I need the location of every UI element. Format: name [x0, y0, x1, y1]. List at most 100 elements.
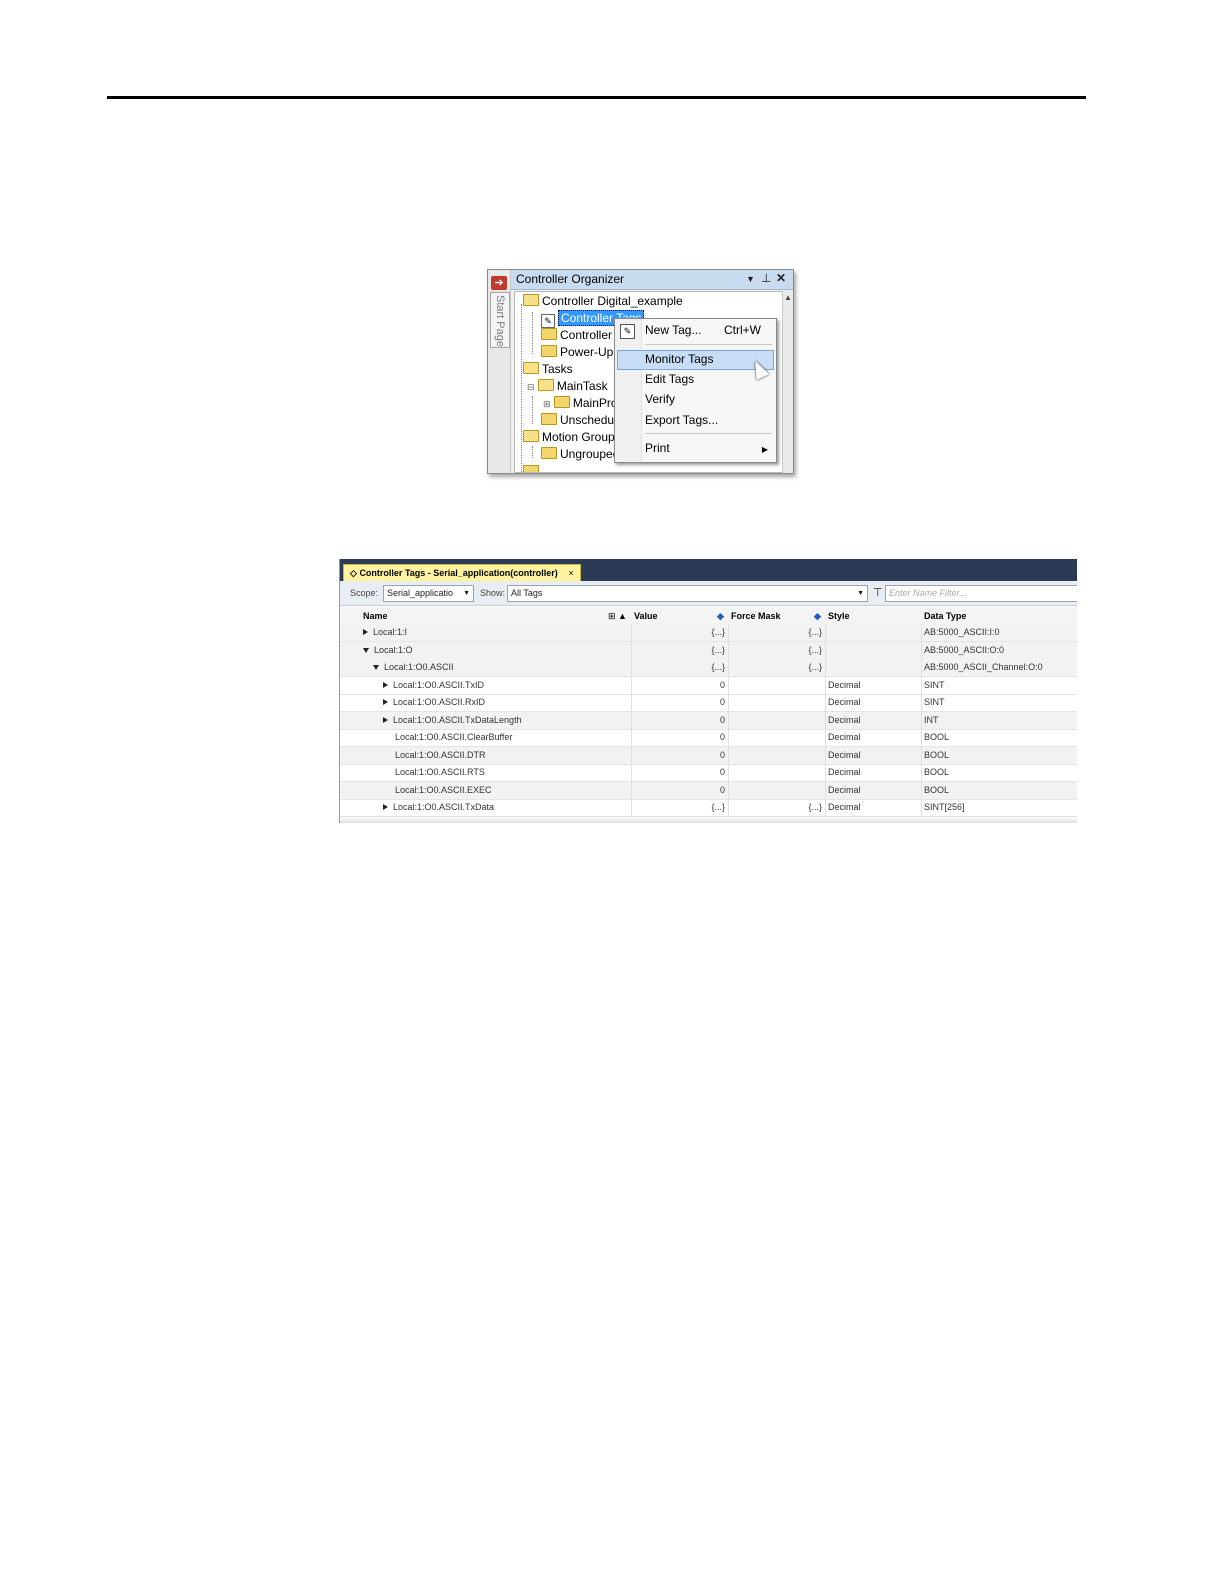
column-header-force-mask[interactable]: Force Mask	[731, 611, 781, 621]
pin-icon[interactable]: ⊥	[761, 271, 771, 285]
tree-node-mainprogram[interactable]: ⊞ MainPro	[543, 395, 618, 411]
tree-node-motion-groups[interactable]: Motion Groups	[523, 429, 621, 445]
force-mask-cell: {...}	[808, 627, 822, 637]
tag-value-cell[interactable]: 0	[720, 747, 725, 764]
tag-name: Local:1:O0.ASCII.DTR	[395, 749, 486, 760]
tag-name: Local:1:I	[373, 627, 408, 637]
table-row[interactable]: Local:1:O0.ASCII {...} {...} AB:5000_ASCII_…	[340, 659, 1077, 677]
tag-value-cell[interactable]: {...}	[711, 642, 725, 659]
table-row[interactable]: Local:1:O0.ASCII.EXEC 0 Decimal BOOL	[340, 781, 1077, 800]
expand-icon[interactable]	[383, 804, 388, 810]
tree-node-ungrouped[interactable]: Ungrouped	[541, 446, 619, 462]
table-row[interactable]: Local:1:O0.ASCII.TxID 0 Decimal SINT	[340, 677, 1077, 695]
tree-node-tasks[interactable]: Tasks	[523, 361, 573, 377]
tab-close-icon[interactable]: ×	[568, 568, 573, 578]
menu-item-export-tags[interactable]: Export Tags...	[645, 410, 718, 430]
expand-icon[interactable]	[383, 681, 388, 688]
table-row[interactable]: Local:1:O0.ASCII.RTS 0 Decimal BOOL	[340, 764, 1077, 782]
tag-name-cell[interactable]: Local:1:O0.ASCII.DTR	[395, 747, 486, 764]
tree-node-partial[interactable]	[523, 464, 542, 472]
menu-item-print[interactable]: Print	[645, 438, 670, 458]
collapse-icon[interactable]	[363, 647, 369, 653]
tag-value-cell[interactable]: {...}	[711, 659, 725, 676]
tag-value-cell[interactable]: 0	[720, 677, 725, 694]
tab-controller-tags[interactable]: ◇ Controller Tags - Serial_application(c…	[343, 564, 581, 582]
organizer-title: Controller Organizer	[516, 272, 625, 286]
close-icon[interactable]: ✕	[776, 271, 786, 285]
table-row[interactable]: Local:1:I {...} {...} AB:5000_ASCII:I:0	[340, 624, 1077, 642]
organizer-scrollbar[interactable]: ▲	[782, 291, 793, 473]
table-row[interactable]: Local:1:O0.ASCII.ClearBuffer 0 Decimal BOOL	[340, 729, 1077, 747]
menu-item-monitor-tags[interactable]: Monitor Tags	[645, 349, 713, 369]
scroll-up-icon[interactable]: ▲	[784, 293, 792, 302]
menu-item-new-tag[interactable]: New Tag...	[645, 320, 701, 340]
data-type-cell: BOOL	[924, 749, 950, 760]
tag-value-cell[interactable]: 0	[720, 764, 725, 781]
column-divider	[825, 624, 826, 823]
tree-line	[532, 312, 533, 354]
tag-name-cell[interactable]: Local:1:O0.ASCII.ClearBuffer	[395, 729, 512, 746]
tag-name-cell[interactable]: Local:1:O0.ASCII.RTS	[395, 764, 485, 781]
tag-name-cell[interactable]: Local:1:O	[363, 642, 413, 659]
data-type-cell: BOOL	[924, 784, 950, 795]
menu-item-verify[interactable]: Verify	[645, 389, 675, 409]
column-header-name[interactable]: Name	[363, 611, 388, 621]
start-page-sidebar[interactable]: ➔ Start Page	[488, 270, 511, 473]
tag-name-cell[interactable]: Local:1:O0.ASCII.RxID	[383, 694, 485, 711]
tree-node-controller-fault[interactable]: Controller F	[541, 327, 623, 343]
start-page-icon[interactable]: ➔	[491, 276, 507, 290]
start-page-label: Start Page	[494, 295, 506, 347]
filter-icon[interactable]: ⊤	[873, 586, 883, 599]
collapse-icon[interactable]: ⊟	[527, 382, 535, 392]
tag-name-cell[interactable]: Local:1:O0.ASCII.TxData	[383, 799, 494, 816]
dropdown-icon[interactable]: ▼	[746, 274, 755, 284]
tag-value-cell[interactable]: 0	[720, 782, 725, 799]
force-pin-icon[interactable]: ◆	[814, 611, 821, 622]
expand-icon[interactable]	[383, 716, 388, 723]
table-row[interactable]: Local:1:O0.ASCII.DTR 0 Decimal BOOL	[340, 746, 1077, 765]
table-row[interactable]: Local:1:O {...} {...} AB:5000_ASCII:O:0	[340, 641, 1077, 660]
column-divider	[921, 624, 922, 823]
expand-icon[interactable]: ⊞	[543, 399, 551, 409]
tab-title: Controller Tags - Serial_application(con…	[359, 568, 558, 578]
tag-name-cell[interactable]: Local:1:O0.ASCII	[373, 659, 454, 676]
column-header-style[interactable]: Style	[828, 611, 850, 621]
tree-node-unscheduled[interactable]: Unschedule	[541, 412, 623, 428]
new-tag-icon: ✎	[620, 324, 635, 339]
tag-value-cell[interactable]: 0	[720, 712, 725, 729]
style-cell: Decimal	[828, 697, 861, 707]
collapse-icon[interactable]	[373, 665, 379, 670]
tag-value-cell[interactable]: {...}	[711, 624, 725, 641]
table-row[interactable]: Local:1:O0.ASCII.TxDataLength 0 Decimal INT	[340, 711, 1077, 730]
expand-icon[interactable]	[363, 629, 368, 635]
tree-node-controller[interactable]: Controller Digital_example	[523, 293, 683, 309]
show-select[interactable]: All Tags ▼	[507, 585, 868, 602]
tree-node-power-up[interactable]: Power-Up H	[541, 344, 625, 360]
column-header-data-type[interactable]: Data Type	[924, 611, 966, 621]
column-header-value[interactable]: Value	[634, 611, 658, 621]
data-type-cell: BOOL	[924, 732, 950, 742]
tag-value-cell[interactable]: {...}	[711, 799, 725, 816]
tag-name-cell[interactable]: Local:1:O0.ASCII.EXEC	[395, 782, 492, 799]
scope-select[interactable]: Serial_applicatio ▼	[383, 585, 474, 602]
tag-name-cell[interactable]: Local:1:O0.ASCII.TxID	[383, 677, 484, 694]
expand-icon[interactable]	[383, 699, 388, 705]
data-type-cell: SINT	[924, 697, 945, 707]
table-row[interactable]: Local:1:O0.ASCII.RxID 0 Decimal SINT	[340, 694, 1077, 712]
tag-name-cell[interactable]: Local:1:I	[363, 624, 407, 641]
menu-item-edit-tags[interactable]: Edit Tags	[645, 369, 694, 389]
tag-value-cell[interactable]: 0	[720, 729, 725, 746]
tag-name: Local:1:O0.ASCII.EXEC	[395, 784, 492, 795]
tree-node-maintask[interactable]: ⊟ MainTask	[527, 378, 608, 394]
name-filter-input[interactable]: Enter Name Filter...	[885, 585, 1077, 602]
tag-name: Local:1:O	[374, 644, 413, 655]
tag-value-cell[interactable]: 0	[720, 694, 725, 711]
table-row[interactable]: Local:1:O0.ASCII.TxData {...} {...} Decimal…	[340, 799, 1077, 817]
tree-node-label: Controller Digital_example	[542, 294, 683, 308]
sort-ascending-icon[interactable]: ⊞ ▲	[608, 611, 627, 622]
data-type-cell: SINT	[924, 679, 945, 690]
tag-name-cell[interactable]: Local:1:O0.ASCII.TxDataLength	[383, 712, 522, 729]
folder-icon	[541, 328, 557, 340]
value-pin-icon[interactable]: ◆	[717, 611, 724, 622]
cropped-row-edge	[340, 817, 1077, 823]
